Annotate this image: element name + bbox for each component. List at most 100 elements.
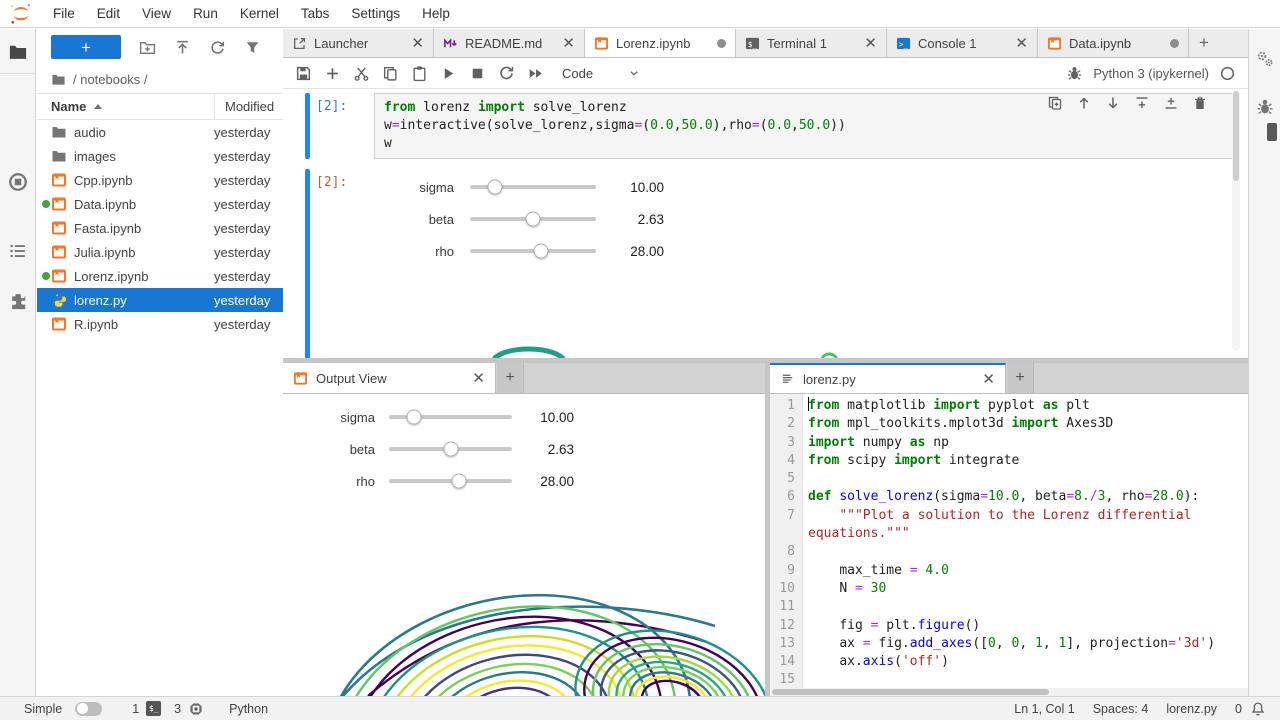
- notebook-content[interactable]: [2]: from lorenz import solve_lorenzw=in…: [283, 89, 1248, 358]
- extension-manager-icon[interactable]: [8, 291, 28, 311]
- debugger-bug-icon[interactable]: [1255, 97, 1275, 117]
- input-collapser[interactable]: [305, 93, 310, 159]
- file-row-images[interactable]: imagesyesterday: [37, 144, 283, 168]
- refresh-icon[interactable]: [209, 39, 226, 56]
- tab-output-view[interactable]: Output View ✕: [283, 363, 496, 393]
- slider-handle[interactable]: [452, 474, 467, 489]
- kernel-name[interactable]: Python 3 (ipykernel): [1093, 66, 1209, 81]
- filter-icon[interactable]: [244, 39, 261, 56]
- file-row-lorenz-ipynb[interactable]: Lorenz.ipynbyesterday: [37, 264, 283, 288]
- close-icon[interactable]: ✕: [982, 370, 995, 388]
- insert-cell-below-icon[interactable]: [1163, 95, 1179, 111]
- slider-track[interactable]: [470, 249, 596, 253]
- slider-track[interactable]: [470, 185, 596, 189]
- slider-track[interactable]: [470, 217, 596, 221]
- code-editor[interactable]: 1from matplotlib import pyplot as plt2fr…: [770, 394, 1248, 688]
- spaces-indicator[interactable]: Spaces: 4: [1093, 702, 1149, 716]
- restart-run-all-icon[interactable]: [527, 65, 544, 82]
- upload-icon[interactable]: [174, 39, 191, 56]
- breadcrumb[interactable]: / notebooks /: [37, 65, 283, 93]
- tab-readme-md[interactable]: README.md✕: [434, 29, 585, 57]
- new-launcher-button[interactable]: +: [51, 35, 121, 59]
- menu-kernel[interactable]: Kernel: [229, 0, 290, 27]
- file-browser-icon[interactable]: [8, 42, 28, 62]
- running-sessions-icon[interactable]: [8, 172, 28, 192]
- add-tab-button[interactable]: +: [1007, 363, 1034, 393]
- tab-lorenz-py[interactable]: lorenz.py ✕: [770, 363, 1006, 393]
- menu-tabs[interactable]: Tabs: [290, 0, 341, 27]
- slider-track[interactable]: [389, 447, 512, 451]
- tab-launcher[interactable]: Launcher✕: [283, 29, 434, 57]
- kernel-chip-icon[interactable]: [188, 701, 204, 717]
- close-icon[interactable]: ✕: [864, 36, 877, 51]
- copy-cell-icon[interactable]: [382, 65, 399, 82]
- menu-view[interactable]: View: [131, 0, 182, 27]
- language-indicator[interactable]: Python: [229, 702, 268, 716]
- slider-handle[interactable]: [488, 180, 503, 195]
- cursor-position[interactable]: Ln 1, Col 1: [1014, 702, 1074, 716]
- menu-file[interactable]: File: [42, 0, 86, 27]
- delete-cell-icon[interactable]: [1192, 95, 1208, 111]
- slider-handle[interactable]: [406, 410, 421, 425]
- tab-data-ipynb[interactable]: Data.ipynb: [1038, 29, 1189, 57]
- duplicate-cell-icon[interactable]: [1047, 95, 1063, 111]
- file-row-r-ipynb[interactable]: R.ipynbyesterday: [37, 312, 283, 336]
- dirty-indicator[interactable]: [717, 39, 726, 48]
- add-tab-button[interactable]: +: [497, 363, 524, 393]
- move-cell-down-icon[interactable]: [1105, 95, 1121, 111]
- debugger-bug-icon[interactable]: [1066, 65, 1083, 82]
- restart-kernel-icon[interactable]: [498, 65, 515, 82]
- terminals-count[interactable]: 1: [132, 702, 139, 716]
- simple-mode-toggle[interactable]: [75, 702, 102, 716]
- menu-run[interactable]: Run: [182, 0, 229, 27]
- notifications-count[interactable]: 0: [1235, 702, 1242, 716]
- run-cell-icon[interactable]: [440, 65, 457, 82]
- modified-column-header[interactable]: Modified: [214, 94, 283, 119]
- close-icon[interactable]: ✕: [411, 36, 424, 51]
- property-inspector-gears-icon[interactable]: [1255, 49, 1275, 69]
- name-column-header[interactable]: Name: [51, 99, 86, 114]
- add-cell-icon[interactable]: [324, 65, 341, 82]
- cell-type-select[interactable]: Code: [562, 66, 641, 81]
- menu-edit[interactable]: Edit: [86, 0, 131, 27]
- output-collapser[interactable]: [305, 169, 310, 358]
- paste-cell-icon[interactable]: [411, 65, 428, 82]
- file-row-cpp-ipynb[interactable]: Cpp.ipynbyesterday: [37, 168, 283, 192]
- slider-track[interactable]: [389, 415, 512, 419]
- close-icon[interactable]: ✕: [1015, 36, 1028, 51]
- tab-terminal-1[interactable]: $_Terminal 1✕: [736, 29, 887, 57]
- menu-help[interactable]: Help: [411, 0, 461, 27]
- slider-track[interactable]: [389, 479, 512, 483]
- add-tab-button[interactable]: +: [1189, 29, 1219, 57]
- kernel-status-icon[interactable]: [1219, 65, 1236, 82]
- terminal-badge-icon[interactable]: $_: [146, 701, 161, 716]
- notebook-scrollbar[interactable]: [1232, 91, 1240, 351]
- new-folder-icon[interactable]: [139, 39, 156, 56]
- insert-cell-above-icon[interactable]: [1134, 95, 1150, 111]
- move-cell-up-icon[interactable]: [1076, 95, 1092, 111]
- save-icon[interactable]: [295, 65, 312, 82]
- file-row-data-ipynb[interactable]: Data.ipynbyesterday: [37, 192, 283, 216]
- close-icon[interactable]: ✕: [562, 36, 575, 51]
- close-icon[interactable]: ✕: [472, 369, 485, 387]
- tab-lorenz-ipynb[interactable]: Lorenz.ipynb: [585, 29, 736, 57]
- slider-handle[interactable]: [443, 442, 458, 457]
- file-row-audio[interactable]: audioyesterday: [37, 120, 283, 144]
- slider-handle[interactable]: [533, 244, 548, 259]
- file-row-julia-ipynb[interactable]: Julia.ipynbyesterday: [37, 240, 283, 264]
- horizontal-scrollbar[interactable]: [770, 688, 1248, 696]
- file-list-header[interactable]: Name Modified: [37, 93, 283, 120]
- cut-cell-icon[interactable]: [353, 65, 370, 82]
- tab-console-1[interactable]: >_Console 1✕: [887, 29, 1038, 57]
- file-row-lorenz-py[interactable]: lorenz.pyyesterday: [37, 288, 283, 312]
- bell-icon[interactable]: [1250, 701, 1266, 717]
- slider-handle[interactable]: [526, 212, 541, 227]
- menu-settings[interactable]: Settings: [340, 0, 411, 27]
- table-of-contents-icon[interactable]: [8, 241, 28, 261]
- file-row-fasta-ipynb[interactable]: Fasta.ipynbyesterday: [37, 216, 283, 240]
- stop-kernel-icon[interactable]: [469, 65, 486, 82]
- kernels-count[interactable]: 3: [174, 702, 181, 716]
- scrollbar-thumb[interactable]: [1267, 123, 1277, 141]
- dirty-indicator[interactable]: [1170, 39, 1179, 48]
- code-token: def: [808, 489, 831, 504]
